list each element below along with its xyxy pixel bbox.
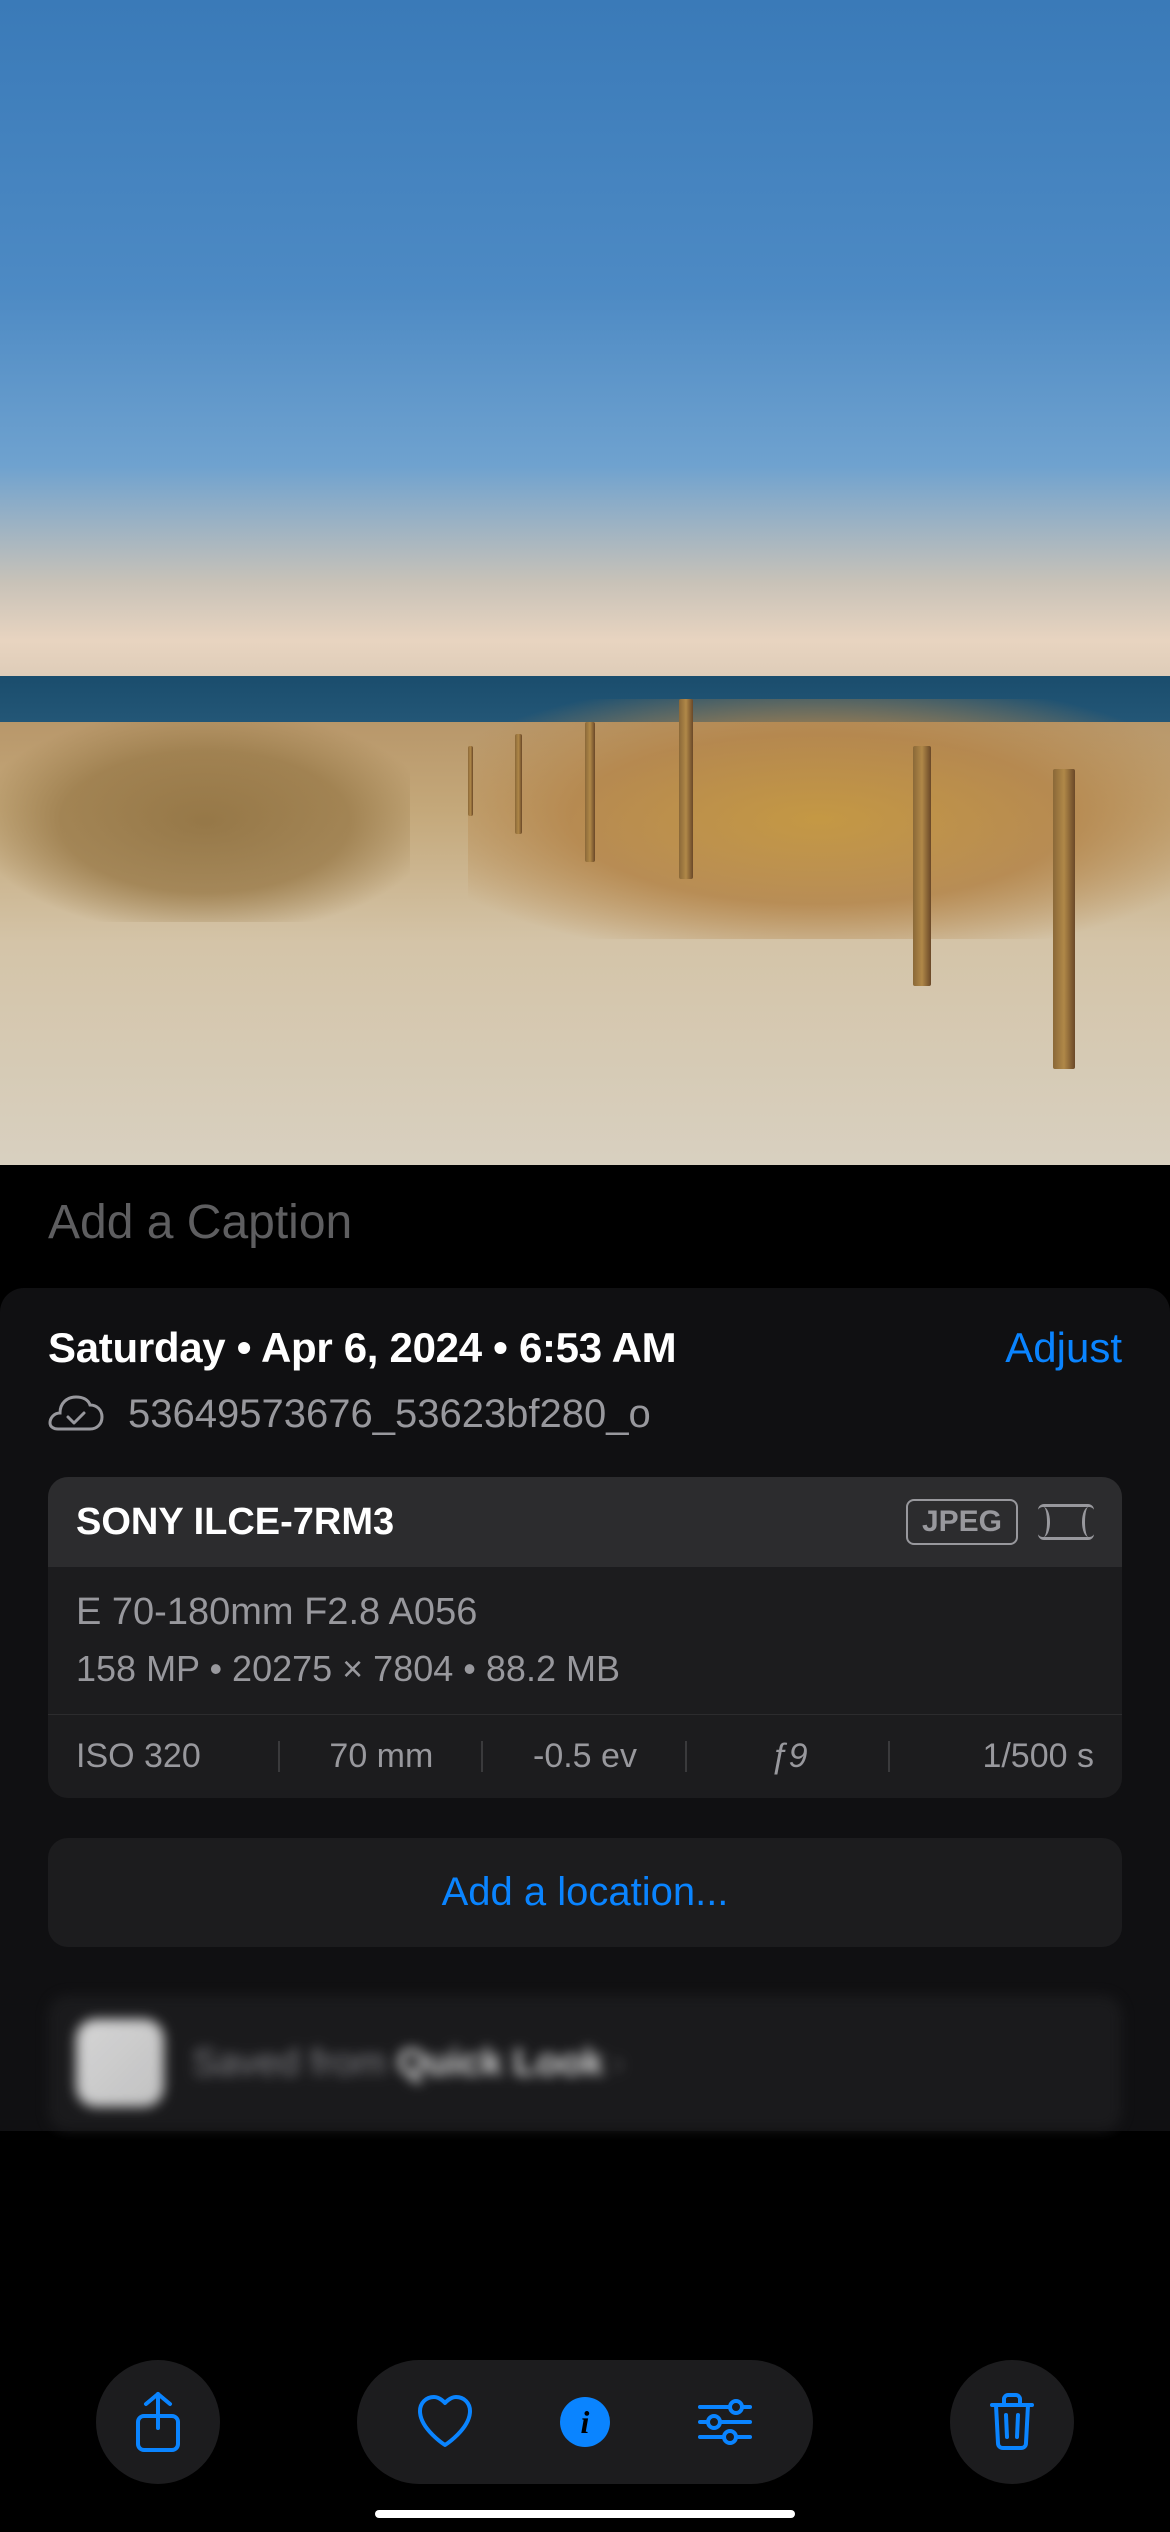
saved-from-text: Saved from Quick Look› [192,2042,624,2085]
panorama-icon [1038,1504,1094,1540]
exif-ev: -0.5 ev [483,1737,687,1776]
cloud-download-icon [48,1395,104,1435]
time: 6:53 AM [519,1324,676,1371]
weekday: Saturday [48,1324,225,1371]
filename: 53649573676_53623bf280_o [128,1392,651,1437]
exif-focal: 70 mm [280,1737,484,1776]
camera-model: SONY ILCE-7RM3 [76,1501,394,1544]
image-specs: 158 MP • 20275 × 7804 • 88.2 MB [76,1648,1094,1690]
exif-row: ISO 320 70 mm -0.5 ev ƒ9 1/500 s [48,1715,1122,1798]
lens-section: E 70-180mm F2.8 A056 158 MP • 20275 × 78… [48,1567,1122,1715]
photo-viewer[interactable] [0,0,1170,1165]
date-time: Saturday • Apr 6, 2024 • 6:53 AM [48,1324,676,1372]
app-icon [76,2019,164,2107]
exif-iso: ISO 320 [76,1737,280,1776]
exif-aperture: ƒ9 [687,1737,891,1776]
camera-header: SONY ILCE-7RM3 JPEG [48,1477,1122,1567]
home-indicator[interactable] [375,2510,795,2518]
favorite-button[interactable] [375,2360,515,2484]
camera-card: SONY ILCE-7RM3 JPEG E 70-180mm F2.8 A056… [48,1477,1122,1798]
adjust-button[interactable]: Adjust [1005,1324,1122,1372]
filename-row: 53649573676_53623bf280_o [48,1392,1122,1437]
format-badge: JPEG [906,1499,1018,1545]
date-row: Saturday • Apr 6, 2024 • 6:53 AM Adjust [48,1324,1122,1372]
heart-icon [416,2395,474,2449]
info-icon: i [560,2397,610,2447]
date: Apr 6, 2024 [261,1324,482,1371]
edit-button[interactable] [655,2360,795,2484]
trash-icon [988,2393,1036,2451]
info-button[interactable]: i [515,2360,655,2484]
sliders-icon [696,2399,754,2445]
chevron-right-icon: › [612,2042,625,2084]
info-panel: Saturday • Apr 6, 2024 • 6:53 AM Adjust … [0,1288,1170,2131]
saved-from-card[interactable]: Saved from Quick Look› [48,1995,1122,2131]
caption-area [0,1165,1170,1288]
share-button[interactable] [96,2360,220,2484]
add-location-button[interactable]: Add a location... [48,1838,1122,1947]
bottom-toolbar: i [0,2360,1170,2484]
exif-shutter: 1/500 s [890,1737,1094,1776]
caption-input[interactable] [48,1195,1122,1250]
delete-button[interactable] [950,2360,1074,2484]
share-icon [132,2390,184,2454]
lens-name: E 70-180mm F2.8 A056 [76,1591,1094,1634]
center-action-group: i [357,2360,813,2484]
